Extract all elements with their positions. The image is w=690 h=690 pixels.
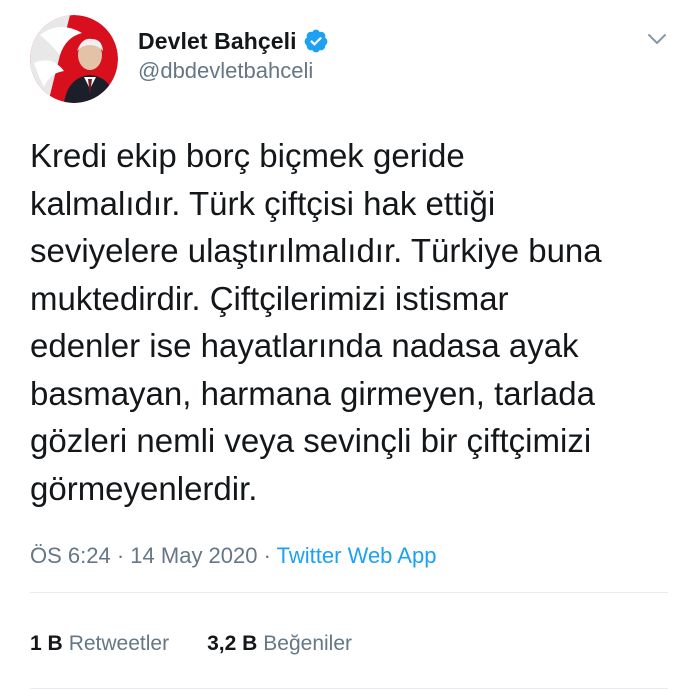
- tweet-text-line: basmayan, harmana girmeyen, tarlada: [30, 374, 595, 412]
- author-handle[interactable]: @dbdevletbahceli: [138, 58, 313, 84]
- tweet-text-line: seviyelere ulaştırılmalıdır. Türkiye bun…: [30, 232, 602, 269]
- avatar[interactable]: [30, 15, 118, 103]
- likes-count: 3,2 B: [207, 632, 258, 655]
- tweet-text-line: kalmalıdır. Türk çiftçisi hak ettiği: [30, 184, 496, 222]
- divider: [30, 592, 668, 593]
- tweet-date[interactable]: 14 May 2020: [130, 543, 257, 568]
- verified-badge-icon: [303, 28, 329, 54]
- likes-label: Beğeniler: [263, 632, 353, 655]
- author-name-row[interactable]: Devlet Bahçeli: [138, 25, 329, 57]
- tweet-source-link[interactable]: Twitter Web App: [277, 543, 437, 568]
- tweet-time[interactable]: ÖS 6:24: [30, 543, 111, 568]
- profile-photo-icon: [30, 15, 118, 103]
- tweet-text-line: gözleri nemli veya sevinçli bir çiftçimi…: [30, 422, 592, 459]
- meta-separator: ·: [116, 543, 125, 568]
- retweets-count: 1 B: [30, 632, 63, 655]
- tweet-text-line: edenler ise hayatlarında nadasa ayak: [30, 327, 579, 364]
- meta-separator: ·: [263, 543, 271, 568]
- divider: [30, 688, 668, 689]
- retweets-stat[interactable]: 1 B Retweetler: [30, 628, 169, 660]
- tweet-card: Devlet Bahçeli @dbdevletbahceli Kredi ek…: [0, 0, 690, 690]
- tweet-meta: ÖS 6:24 · 14 May 2020 · Twitter Web App: [30, 540, 436, 572]
- retweets-label: Retweetler: [68, 632, 170, 655]
- tweet-text: Kredi ekip borç biçmek geride kalmalıdır…: [30, 132, 670, 512]
- tweet-stats: 1 B Retweetler 3,2 B Beğeniler: [30, 628, 352, 660]
- tweet-text-line: Kredi ekip borç biçmek geride: [30, 137, 465, 174]
- likes-stat[interactable]: 3,2 B Beğeniler: [207, 628, 352, 660]
- chevron-down-icon[interactable]: [645, 27, 669, 51]
- tweet-text-line: muktedirdir. Çiftçilerimizi istismar: [30, 279, 509, 317]
- display-name[interactable]: Devlet Bahçeli: [138, 28, 297, 55]
- tweet-text-line: görmeyenlerdir.: [30, 469, 258, 507]
